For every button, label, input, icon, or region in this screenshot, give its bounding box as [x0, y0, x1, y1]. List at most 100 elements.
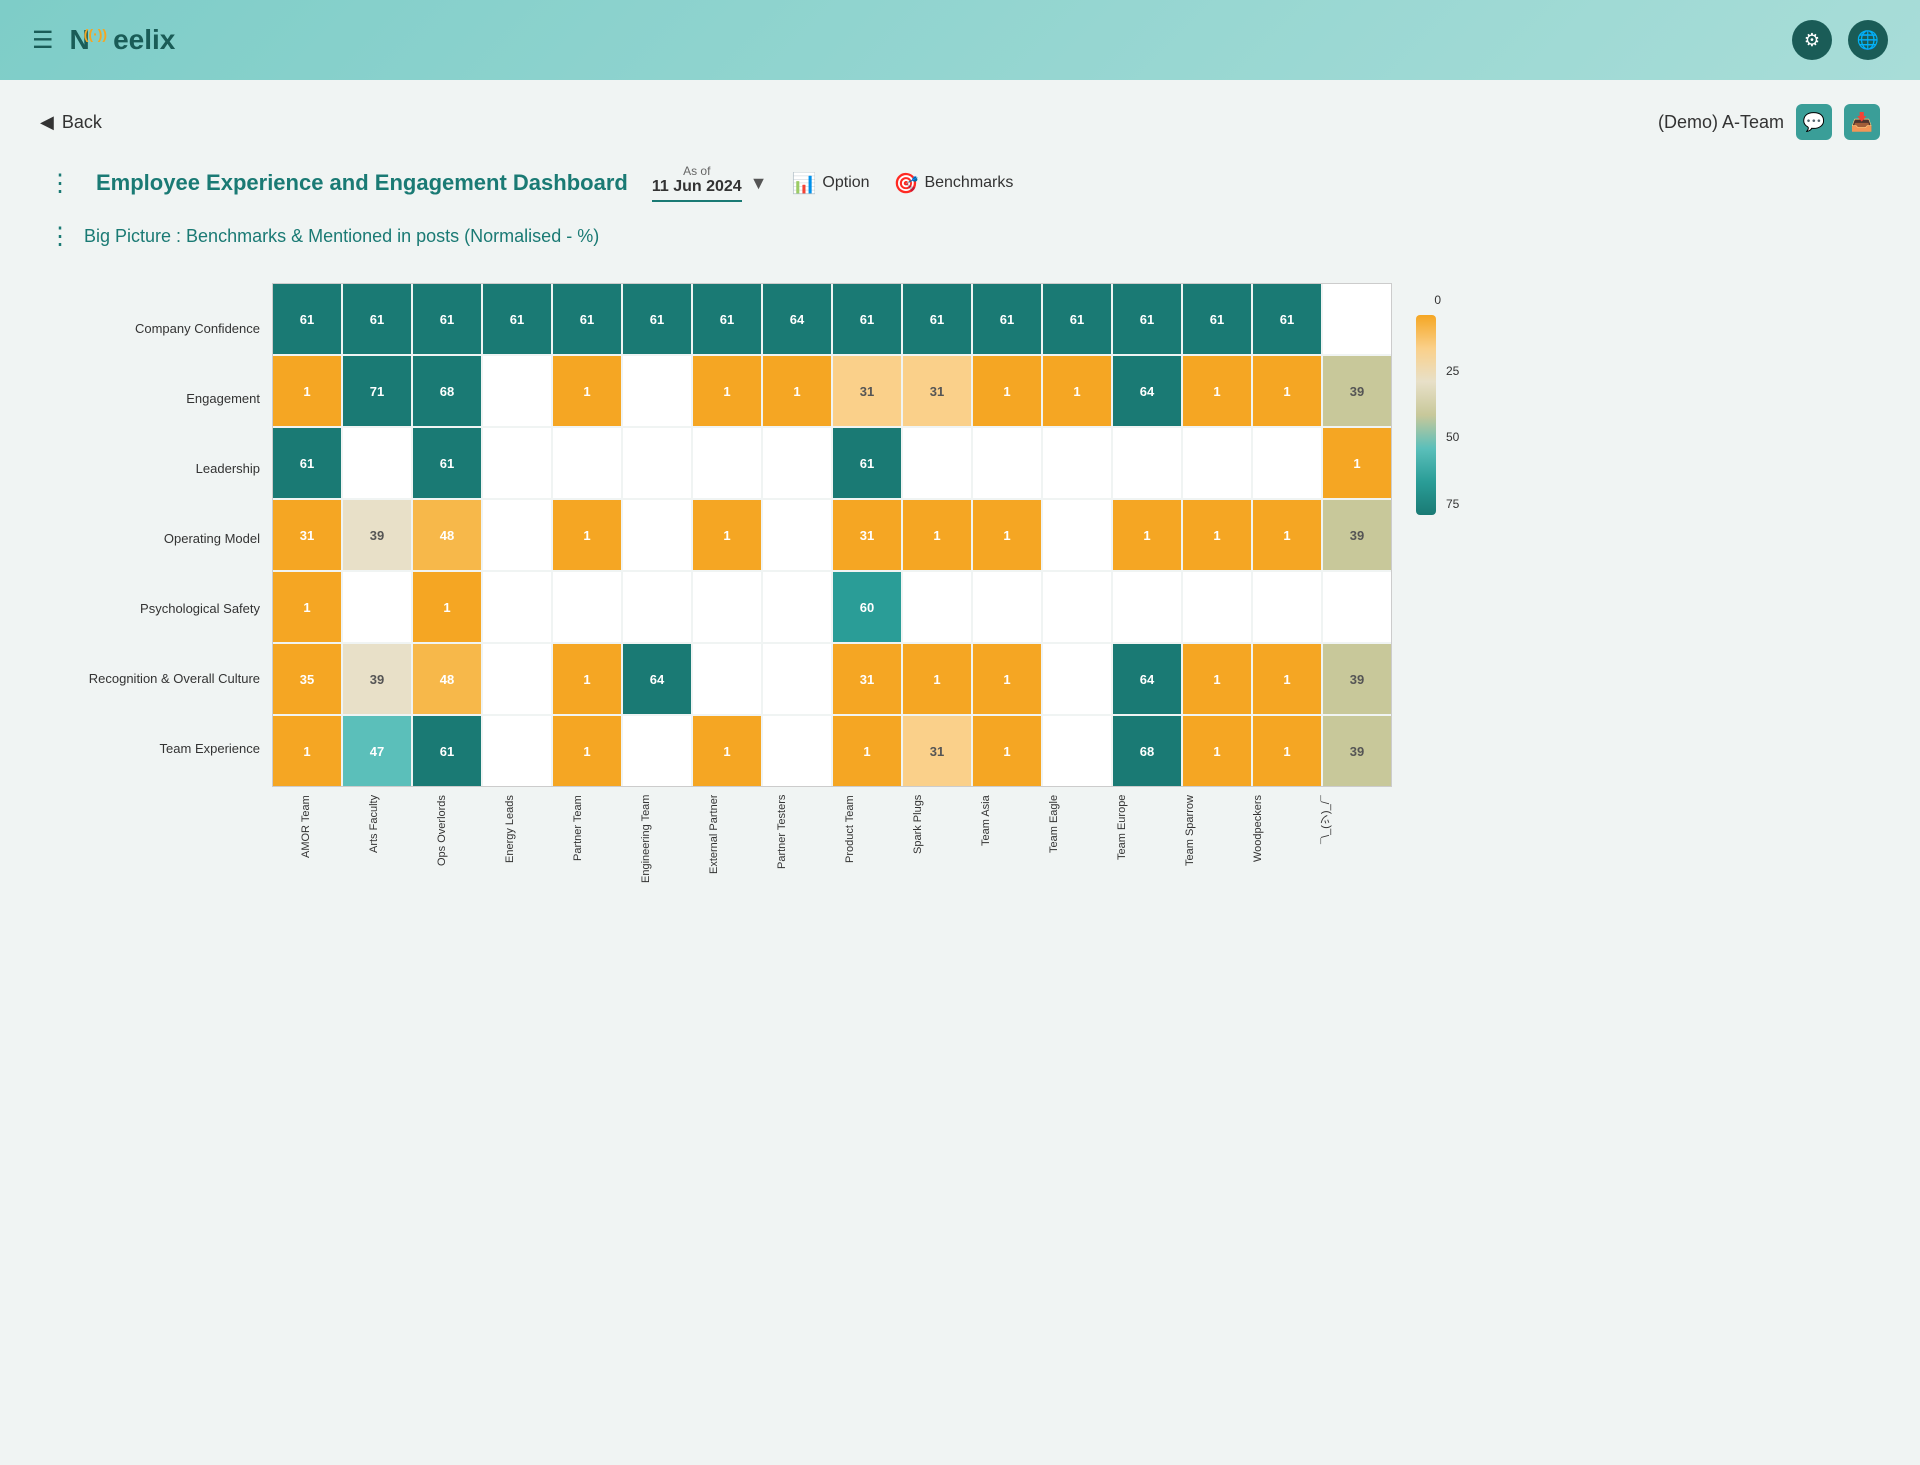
- heatmap-cell[interactable]: 61: [483, 284, 551, 354]
- heatmap-cell[interactable]: 1: [273, 356, 341, 426]
- heatmap-cell[interactable]: [343, 428, 411, 498]
- heatmap-cell[interactable]: 1: [1323, 428, 1391, 498]
- heatmap-cell[interactable]: [1043, 716, 1111, 786]
- heatmap-cell[interactable]: [693, 572, 761, 642]
- back-button[interactable]: ◀ Back: [40, 112, 102, 133]
- heatmap-cell[interactable]: 60: [833, 572, 901, 642]
- heatmap-cell[interactable]: 39: [1323, 644, 1391, 714]
- heatmap-cell[interactable]: [973, 428, 1041, 498]
- heatmap-cell[interactable]: 61: [903, 284, 971, 354]
- heatmap-cell[interactable]: [483, 644, 551, 714]
- heatmap-cell[interactable]: 1: [973, 500, 1041, 570]
- heatmap-cell[interactable]: [763, 500, 831, 570]
- heatmap-cell[interactable]: [1043, 572, 1111, 642]
- heatmap-cell[interactable]: 39: [343, 500, 411, 570]
- heatmap-cell[interactable]: [1043, 500, 1111, 570]
- heatmap-cell[interactable]: [1253, 572, 1321, 642]
- heatmap-cell[interactable]: [483, 716, 551, 786]
- heatmap-cell[interactable]: [343, 572, 411, 642]
- benchmarks-button[interactable]: 🎯 Benchmarks: [894, 171, 1014, 196]
- heatmap-cell[interactable]: 1: [833, 716, 901, 786]
- heatmap-cell[interactable]: 61: [1043, 284, 1111, 354]
- heatmap-cell[interactable]: 1: [273, 716, 341, 786]
- heatmap-cell[interactable]: 61: [693, 284, 761, 354]
- heatmap-cell[interactable]: 1: [413, 572, 481, 642]
- heatmap-cell[interactable]: 1: [1183, 500, 1251, 570]
- date-picker-inner[interactable]: As of 11 Jun 2024: [652, 164, 742, 202]
- heatmap-cell[interactable]: [693, 644, 761, 714]
- heatmap-cell[interactable]: 31: [833, 500, 901, 570]
- heatmap-cell[interactable]: [903, 572, 971, 642]
- heatmap-cell[interactable]: 1: [553, 716, 621, 786]
- heatmap-cell[interactable]: 39: [343, 644, 411, 714]
- heatmap-cell[interactable]: 39: [1323, 356, 1391, 426]
- heatmap-cell[interactable]: [483, 572, 551, 642]
- heatmap-cell[interactable]: 61: [1253, 284, 1321, 354]
- download-icon[interactable]: 📥: [1844, 104, 1880, 140]
- date-dropdown-icon[interactable]: ▼: [750, 173, 768, 194]
- heatmap-cell[interactable]: 64: [1113, 356, 1181, 426]
- heatmap-cell[interactable]: 1: [273, 572, 341, 642]
- heatmap-cell[interactable]: 64: [623, 644, 691, 714]
- heatmap-cell[interactable]: 64: [1113, 644, 1181, 714]
- heatmap-cell[interactable]: [1183, 572, 1251, 642]
- options-dots[interactable]: ⋮: [48, 169, 72, 198]
- heatmap-cell[interactable]: 31: [903, 716, 971, 786]
- heatmap-cell[interactable]: [1113, 428, 1181, 498]
- heatmap-cell[interactable]: 1: [903, 500, 971, 570]
- heatmap-cell[interactable]: [1113, 572, 1181, 642]
- heatmap-cell[interactable]: [1253, 428, 1321, 498]
- heatmap-cell[interactable]: 1: [693, 356, 761, 426]
- heatmap-cell[interactable]: 31: [273, 500, 341, 570]
- heatmap-cell[interactable]: [483, 428, 551, 498]
- heatmap-cell[interactable]: 1: [1253, 716, 1321, 786]
- heatmap-cell[interactable]: 1: [693, 716, 761, 786]
- heatmap-cell[interactable]: [553, 428, 621, 498]
- heatmap-cell[interactable]: [763, 572, 831, 642]
- heatmap-cell[interactable]: 61: [833, 284, 901, 354]
- heatmap-cell[interactable]: [763, 428, 831, 498]
- heatmap-cell[interactable]: [1323, 284, 1391, 354]
- heatmap-cell[interactable]: 61: [1183, 284, 1251, 354]
- hamburger-icon[interactable]: ☰: [32, 26, 54, 55]
- heatmap-cell[interactable]: 1: [553, 644, 621, 714]
- heatmap-cell[interactable]: 61: [973, 284, 1041, 354]
- heatmap-cell[interactable]: 1: [1183, 644, 1251, 714]
- heatmap-cell[interactable]: 1: [1253, 356, 1321, 426]
- heatmap-cell[interactable]: 61: [273, 428, 341, 498]
- heatmap-cell[interactable]: 1: [553, 500, 621, 570]
- heatmap-cell[interactable]: [973, 572, 1041, 642]
- heatmap-cell[interactable]: 1: [553, 356, 621, 426]
- heatmap-cell[interactable]: [623, 356, 691, 426]
- heatmap-cell[interactable]: 47: [343, 716, 411, 786]
- heatmap-cell[interactable]: [1043, 644, 1111, 714]
- heatmap-cell[interactable]: 61: [623, 284, 691, 354]
- heatmap-cell[interactable]: 61: [833, 428, 901, 498]
- heatmap-cell[interactable]: 1: [1113, 500, 1181, 570]
- heatmap-cell[interactable]: 1: [973, 716, 1041, 786]
- chat-icon[interactable]: 💬: [1796, 104, 1832, 140]
- heatmap-cell[interactable]: 1: [1043, 356, 1111, 426]
- heatmap-cell[interactable]: 48: [413, 644, 481, 714]
- gear-icon[interactable]: ⚙: [1792, 20, 1832, 60]
- heatmap-cell[interactable]: [903, 428, 971, 498]
- heatmap-cell[interactable]: 68: [413, 356, 481, 426]
- heatmap-cell[interactable]: [1183, 428, 1251, 498]
- heatmap-cell[interactable]: 61: [343, 284, 411, 354]
- heatmap-cell[interactable]: [553, 572, 621, 642]
- heatmap-cell[interactable]: [623, 572, 691, 642]
- heatmap-cell[interactable]: [693, 428, 761, 498]
- heatmap-cell[interactable]: 35: [273, 644, 341, 714]
- heatmap-cell[interactable]: 71: [343, 356, 411, 426]
- date-picker[interactable]: As of 11 Jun 2024 ▼: [652, 164, 768, 202]
- heatmap-cell[interactable]: 1: [1253, 644, 1321, 714]
- globe-icon[interactable]: 🌐: [1848, 20, 1888, 60]
- heatmap-cell[interactable]: 1: [903, 644, 971, 714]
- heatmap-cell[interactable]: 61: [413, 716, 481, 786]
- heatmap-cell[interactable]: [1323, 572, 1391, 642]
- heatmap-cell[interactable]: [623, 500, 691, 570]
- heatmap-cell[interactable]: 39: [1323, 500, 1391, 570]
- heatmap-cell[interactable]: 1: [1253, 500, 1321, 570]
- heatmap-cell[interactable]: 61: [553, 284, 621, 354]
- heatmap-cell[interactable]: [623, 716, 691, 786]
